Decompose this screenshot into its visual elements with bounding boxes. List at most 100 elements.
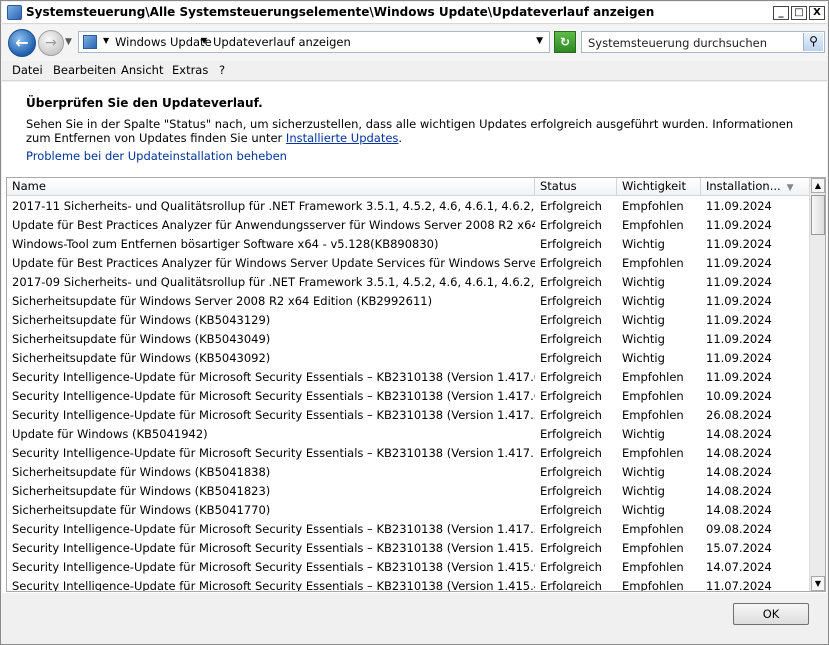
minimize-button[interactable]: _ xyxy=(773,6,789,20)
table-row[interactable]: Sicherheitsupdate für Windows (KB5041823… xyxy=(7,482,811,501)
cell-name: Sicherheitsupdate für Windows (KB5043049… xyxy=(12,332,271,346)
menu-ansicht[interactable]: Ansicht xyxy=(121,63,163,77)
cell-status: Erfolgreich xyxy=(540,503,602,517)
cell-name: Security Intelligence-Update für Microso… xyxy=(12,446,535,460)
cell-installation-date: 11.09.2024 xyxy=(706,332,772,346)
column-header-installation-date[interactable]: Installation... ▼ xyxy=(701,178,811,196)
column-header-importance[interactable]: Wichtigkeit xyxy=(617,178,701,196)
table-row[interactable]: Update für Windows (KB5041942) Erfolgreic… xyxy=(7,425,811,444)
search-input[interactable]: Systemsteuerung durchsuchen ⚲ xyxy=(581,31,825,53)
installed-updates-link[interactable]: Installierte Updates xyxy=(286,131,399,145)
cell-importance: Empfohlen xyxy=(622,579,684,592)
cell-installation-date: 11.09.2024 xyxy=(706,256,772,270)
cell-status: Erfolgreich xyxy=(540,408,602,422)
scroll-down-icon[interactable]: ▼ xyxy=(811,576,825,591)
sort-descending-icon: ▼ xyxy=(786,183,794,193)
scrollbar-thumb[interactable] xyxy=(811,195,825,235)
cell-importance: Empfohlen xyxy=(622,370,684,384)
troubleshoot-link[interactable]: Probleme bei der Updateinstallation behe… xyxy=(26,149,287,163)
breadcrumb-windows-update[interactable]: Windows Update xyxy=(115,35,212,49)
description-end: . xyxy=(398,130,403,145)
vertical-scrollbar[interactable]: ▲ ▼ xyxy=(809,178,825,591)
back-button[interactable]: ← xyxy=(8,29,36,57)
menu-bar: Datei Bearbeiten Ansicht Extras ? xyxy=(2,61,827,81)
table-row[interactable]: Security Intelligence-Update für Microso… xyxy=(7,539,811,558)
cell-name: Security Intelligence-Update für Microso… xyxy=(12,370,535,384)
table-row[interactable]: Sicherheitsupdate für Windows (KB5043129… xyxy=(7,311,811,330)
cell-importance: Wichtig xyxy=(622,351,665,365)
table-row[interactable]: Sicherheitsupdate für Windows (KB5043049… xyxy=(7,330,811,349)
main-content: Überprüfen Sie den Updateverlauf. Sehen … xyxy=(2,82,827,593)
cell-installation-date: 14.08.2024 xyxy=(706,465,772,479)
cell-importance: Empfohlen xyxy=(622,541,684,555)
table-row[interactable]: Update für Best Practices Analyzer für A… xyxy=(7,216,811,235)
cell-name: Sicherheitsupdate für Windows (KB5043092… xyxy=(12,351,271,365)
cell-installation-date: 11.07.2024 xyxy=(706,579,772,592)
cell-status: Erfolgreich xyxy=(540,522,602,536)
table-row[interactable]: Security Intelligence-Update für Microso… xyxy=(7,558,811,577)
control-panel-icon xyxy=(83,35,97,49)
table-row[interactable]: Security Intelligence-Update für Microso… xyxy=(7,406,811,425)
cell-status: Erfolgreich xyxy=(540,446,602,460)
forward-button[interactable]: → xyxy=(38,30,64,56)
table-row[interactable]: Security Intelligence-Update für Microso… xyxy=(7,577,811,592)
cell-installation-date: 11.09.2024 xyxy=(706,294,772,308)
menu-datei[interactable]: Datei xyxy=(12,63,43,77)
cell-importance: Wichtig xyxy=(622,484,665,498)
refresh-button[interactable]: ↻ xyxy=(554,31,576,53)
table-row[interactable]: Security Intelligence-Update für Microso… xyxy=(7,387,811,406)
cell-importance: Wichtig xyxy=(622,237,665,251)
cell-name: 2017-11 Sicherheits- und Qualitätsrollup… xyxy=(12,199,535,213)
cell-status: Erfolgreich xyxy=(540,389,602,403)
cell-status: Erfolgreich xyxy=(540,237,602,251)
maximize-button[interactable]: □ xyxy=(791,6,807,20)
cell-importance: Empfohlen xyxy=(622,522,684,536)
table-row[interactable]: Security Intelligence-Update für Microso… xyxy=(7,444,811,463)
column-header-name[interactable]: Name xyxy=(7,178,535,196)
breadcrumb-update-history[interactable]: Updateverlauf anzeigen xyxy=(213,35,351,49)
cell-installation-date: 11.09.2024 xyxy=(706,351,772,365)
column-label: Status xyxy=(540,179,577,193)
table-row[interactable]: Sicherheitsupdate für Windows (KB5041838… xyxy=(7,463,811,482)
close-button[interactable]: X xyxy=(809,6,825,20)
breadcrumb-arrow-icon[interactable]: ▼ xyxy=(201,36,207,45)
scroll-up-icon[interactable]: ▲ xyxy=(811,178,825,193)
menu-help[interactable]: ? xyxy=(219,63,225,77)
control-panel-icon xyxy=(7,5,22,20)
menu-extras[interactable]: Extras xyxy=(172,63,208,77)
table-row[interactable]: Security Intelligence-Update für Microso… xyxy=(7,520,811,539)
cell-name: Security Intelligence-Update für Microso… xyxy=(12,389,535,403)
cell-importance: Wichtig xyxy=(622,275,665,289)
table-row[interactable]: Sicherheitsupdate für Windows (KB5043092… xyxy=(7,349,811,368)
breadcrumb-arrow-icon[interactable]: ▼ xyxy=(103,36,109,45)
page-title: Überprüfen Sie den Updateverlauf. xyxy=(26,96,263,110)
ok-button[interactable]: OK xyxy=(733,603,809,625)
table-row[interactable]: 2017-11 Sicherheits- und Qualitätsrollup… xyxy=(7,197,811,216)
column-header-status[interactable]: Status xyxy=(535,178,617,196)
search-icon[interactable]: ⚲ xyxy=(803,33,823,51)
cell-status: Erfolgreich xyxy=(540,256,602,270)
cell-importance: Wichtig xyxy=(622,465,665,479)
cell-installation-date: 09.08.2024 xyxy=(706,522,772,536)
table-row[interactable]: 2017-09 Sicherheits- und Qualitätsrollup… xyxy=(7,273,811,292)
history-dropdown-icon[interactable]: ▼ xyxy=(65,37,72,47)
table-row[interactable]: Update für Best Practices Analyzer für W… xyxy=(7,254,811,273)
table-row[interactable]: Security Intelligence-Update für Microso… xyxy=(7,368,811,387)
cell-importance: Empfohlen xyxy=(622,199,684,213)
table-row[interactable]: Sicherheitsupdate für Windows (KB5041770… xyxy=(7,501,811,520)
table-row[interactable]: Windows-Tool zum Entfernen bösartiger So… xyxy=(7,235,811,254)
menu-bearbeiten[interactable]: Bearbeiten xyxy=(53,63,116,77)
cell-installation-date: 14.08.2024 xyxy=(706,503,772,517)
cell-name: Windows-Tool zum Entfernen bösartiger So… xyxy=(12,237,439,251)
cell-status: Erfolgreich xyxy=(540,351,602,365)
cell-name: 2017-09 Sicherheits- und Qualitätsrollup… xyxy=(12,275,535,289)
cell-installation-date: 11.09.2024 xyxy=(706,218,772,232)
update-history-table: Name Status Wichtigkeit Installation... ▼… xyxy=(6,177,826,592)
cell-status: Erfolgreich xyxy=(540,218,602,232)
cell-status: Erfolgreich xyxy=(540,579,602,592)
address-bar[interactable]: ▼ Windows Update ▼ Updateverlauf anzeige… xyxy=(78,31,550,53)
address-dropdown-icon[interactable]: ▼ xyxy=(536,36,543,46)
cell-name: Sicherheitsupdate für Windows (KB5043129… xyxy=(12,313,271,327)
cell-status: Erfolgreich xyxy=(540,275,602,289)
table-row[interactable]: Sicherheitsupdate für Windows Server 200… xyxy=(7,292,811,311)
